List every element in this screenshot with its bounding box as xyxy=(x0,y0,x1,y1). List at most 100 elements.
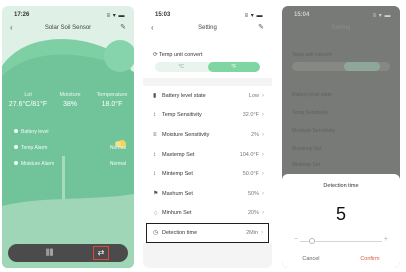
metric-label: Moisture xyxy=(59,92,81,98)
people-icon: ⚑ xyxy=(153,191,159,198)
setting-label: Moisture Sensitivity xyxy=(162,131,210,138)
chevron-right-icon: › xyxy=(261,229,263,236)
dot-icon xyxy=(14,145,18,149)
page-title: Solar Soil Sensor xyxy=(44,25,92,31)
sheet-title: Detection time xyxy=(323,183,359,189)
detection-slider[interactable]: − + xyxy=(294,236,388,244)
status-list: Battery level Temp Alarm Normal Moisture… xyxy=(14,124,126,172)
status-icons: ≡ ▾ ▬ xyxy=(372,13,391,19)
list-item: Temp Alarm Normal xyxy=(14,140,126,156)
slider-thumb[interactable] xyxy=(309,238,316,244)
settings-list: ▮ Battery level state Low › ↕ Temp Sensi… xyxy=(143,86,272,243)
clock-icon: ◷ xyxy=(153,230,159,237)
thermometer-icon: ↕ xyxy=(153,112,156,119)
dot-icon xyxy=(14,161,18,165)
setting-mintemp[interactable]: ↕ Mintemp Set 50.0°F › xyxy=(143,164,272,184)
settings-switch-button[interactable]: ⇄ xyxy=(93,246,109,260)
status-time: 15:03 xyxy=(155,12,171,18)
setting-value: 32.0°F xyxy=(242,112,259,119)
ghost-item: Maxtemp Set xyxy=(292,146,322,152)
chevron-right-icon: › xyxy=(262,92,264,99)
ghost-toggle xyxy=(292,62,390,71)
metric-value: 38% xyxy=(62,101,77,108)
temp-unit-text: Temp unit convert xyxy=(159,52,203,58)
setting-value: 2% xyxy=(251,131,259,138)
setting-moisture-sensitivity[interactable]: ≡ Moisture Sensitivity 2% › xyxy=(143,125,272,145)
unit-fahrenheit-option[interactable]: °F xyxy=(207,62,260,72)
minus-icon[interactable]: − xyxy=(294,236,298,243)
setting-label: Minhum Set xyxy=(162,210,192,217)
ghost-item: Mintemp Set xyxy=(292,162,321,168)
setting-label: Mintemp Set xyxy=(162,171,193,178)
setting-value: 2Min xyxy=(246,229,258,236)
ghost-item: Temp Sensitivity xyxy=(292,110,329,116)
chevron-right-icon: › xyxy=(262,112,264,119)
detection-value: 5 xyxy=(335,204,346,224)
settings-screen: 15:03 ≡ ▾ ▬ ‹ Setting ✎ ⟳ Temp unit conv… xyxy=(143,6,272,268)
setting-maxhum[interactable]: ⚑ Maxhum Set 50% › xyxy=(143,184,272,204)
cancel-button[interactable]: Cancel xyxy=(302,256,319,262)
ghost-item: Moisture Sensitivity xyxy=(292,128,336,134)
setting-minhum[interactable]: ♢ Minhum Set 20% › xyxy=(143,204,272,224)
dot-icon xyxy=(14,129,18,133)
page-title: Setting xyxy=(198,25,217,31)
unit-celsius-option[interactable]: °C xyxy=(155,62,208,72)
page-title: Setting xyxy=(331,25,351,31)
bottom-dock: ⫼⫼ ⇄ xyxy=(8,244,128,262)
chart-icon[interactable]: ⫼⫼ xyxy=(46,248,53,258)
edit-icon[interactable]: ✎ xyxy=(258,23,264,31)
setting-label: Detection time xyxy=(162,229,198,236)
setting-detection-time[interactable]: ◷ Detection time 2Min › xyxy=(146,223,269,243)
soil-sensor-screen: 17:26 ≡ ▾ ▬ ‹ Solar Soil Sensor ✎ Lol Mo… xyxy=(2,6,134,268)
chevron-right-icon: › xyxy=(262,151,264,158)
row-value: Normal xyxy=(109,161,126,167)
chevron-right-icon: › xyxy=(262,190,264,197)
setting-value: 104.0°F xyxy=(239,151,259,158)
ghost-item: Temp unit convert xyxy=(292,52,332,58)
row-label: Moisture Alarm xyxy=(21,161,55,167)
setting-battery-level[interactable]: ▮ Battery level state Low › xyxy=(143,86,272,106)
temp-unit-toggle[interactable]: °C °F xyxy=(155,62,260,72)
metric-value: 18.0°F xyxy=(101,101,123,108)
edit-icon[interactable]: ✎ xyxy=(120,23,126,31)
metrics-panel: Lol Moisture Temperature 27.6°C/81°F 38%… xyxy=(8,92,132,108)
status-icons: ≡ ▾ ▬ xyxy=(244,13,263,19)
setting-maxtemp[interactable]: ↕ Maxtemp Set 104.0°F › xyxy=(143,145,272,165)
thermometer-icon: ↕ xyxy=(153,151,156,158)
setting-label: Temp Sensitivity xyxy=(162,112,202,119)
settings-header-card: 15:03 ≡ ▾ ▬ ‹ Setting ✎ ⟳ Temp unit conv… xyxy=(143,6,272,78)
setting-label: Maxhum Set xyxy=(162,190,193,197)
chevron-right-icon: › xyxy=(262,131,264,138)
setting-value: Low xyxy=(248,92,259,99)
list-item: Battery level xyxy=(14,124,126,140)
plus-icon[interactable]: + xyxy=(384,236,388,243)
confirm-button[interactable]: Confirm xyxy=(360,256,379,262)
drop-icon: ♢ xyxy=(153,210,159,217)
chevron-right-icon: › xyxy=(262,171,264,178)
metric-label: Lol xyxy=(24,92,32,98)
row-label: Temp Alarm xyxy=(21,145,48,151)
row-label: Battery level xyxy=(21,129,49,135)
setting-value: 20% xyxy=(247,210,259,217)
thermometer-icon: ↕ xyxy=(153,171,156,178)
chevron-right-icon: › xyxy=(262,210,264,217)
list-item: Moisture Alarm Normal xyxy=(14,156,126,172)
detection-time-sheet: Detection time 5 − + Cancel Confirm xyxy=(282,174,400,268)
temp-unit-label: ⟳ Temp unit convert xyxy=(153,52,202,58)
row-value: Normal xyxy=(109,145,126,151)
metric-value: 27.6°C/81°F xyxy=(8,101,48,108)
status-time: 15:04 xyxy=(294,12,310,18)
refresh-icon: ⟳ xyxy=(153,52,158,58)
setting-temp-sensitivity[interactable]: ↕ Temp Sensitivity 32.0°F › xyxy=(143,106,272,126)
battery-icon: ▮ xyxy=(153,93,157,100)
ghost-item: Battery level state xyxy=(292,92,332,98)
metric-label: Temperature xyxy=(96,92,128,98)
status-icons: ≡ ▾ ▬ xyxy=(106,13,125,19)
status-time: 17:26 xyxy=(14,12,30,18)
bars-icon: ≡ xyxy=(153,131,157,138)
setting-value: 50% xyxy=(247,190,259,197)
detection-time-screen: 15:04 ≡ ▾ ▬ Setting Temp unit convert Ba… xyxy=(282,6,400,268)
setting-label: Battery level state xyxy=(162,92,206,99)
setting-label: Maxtemp Set xyxy=(162,151,195,158)
setting-value: 50.0°F xyxy=(242,171,259,178)
